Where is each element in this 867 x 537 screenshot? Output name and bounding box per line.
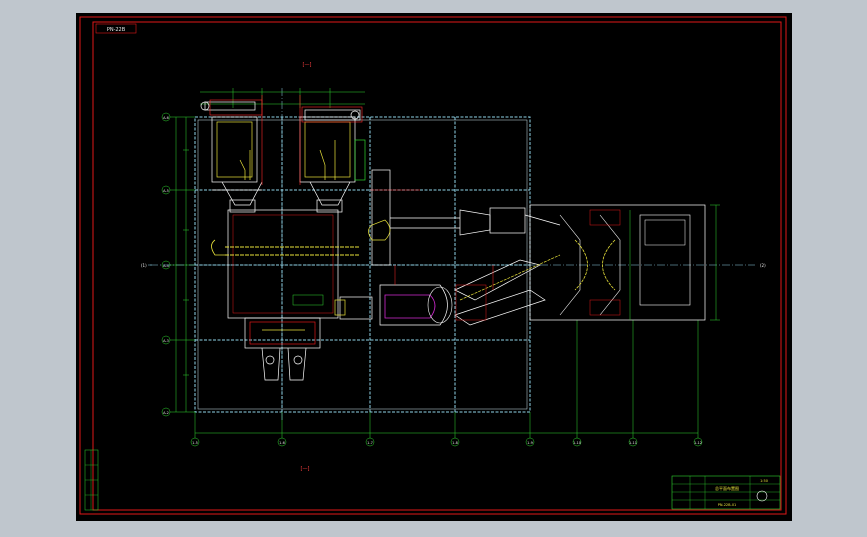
- tag-text: PN-22B: [107, 27, 126, 33]
- column-label: 1-6: [279, 441, 285, 445]
- column-label: 1-8: [452, 441, 458, 445]
- section-mark-bottom: [—]: [301, 466, 310, 472]
- column-label: 1-12: [694, 441, 702, 445]
- column-label: 1-7: [367, 441, 373, 445]
- cad-sheet[interactable]: PN-22B [—] [—] A-6 A-5 A-4 A-3 A-2 1-5 1…: [0, 0, 867, 533]
- section-mark-top: [—]: [303, 62, 312, 68]
- column-label: 1-11: [629, 441, 637, 445]
- row-label: A-2: [163, 411, 169, 415]
- title-block-number: PN-22B-01: [718, 503, 737, 507]
- side-axis-left: (1): [141, 263, 147, 268]
- sheet-background: [76, 13, 792, 521]
- side-axis-right: (2): [760, 263, 766, 268]
- row-label: A-6: [163, 116, 169, 120]
- column-label: 1-5: [192, 441, 198, 445]
- title-block-scale: 1:50: [760, 479, 768, 483]
- title-block-title: 总平面布置图: [715, 485, 739, 491]
- row-label: A-5: [163, 189, 169, 193]
- drawing-viewport[interactable]: PN-22B [—] [—] A-6 A-5 A-4 A-3 A-2 1-5 1…: [0, 0, 867, 533]
- column-label: 1-10: [573, 441, 581, 445]
- row-label: A-4: [163, 264, 170, 268]
- row-label: A-3: [163, 339, 169, 343]
- column-label: 1-9: [527, 441, 533, 445]
